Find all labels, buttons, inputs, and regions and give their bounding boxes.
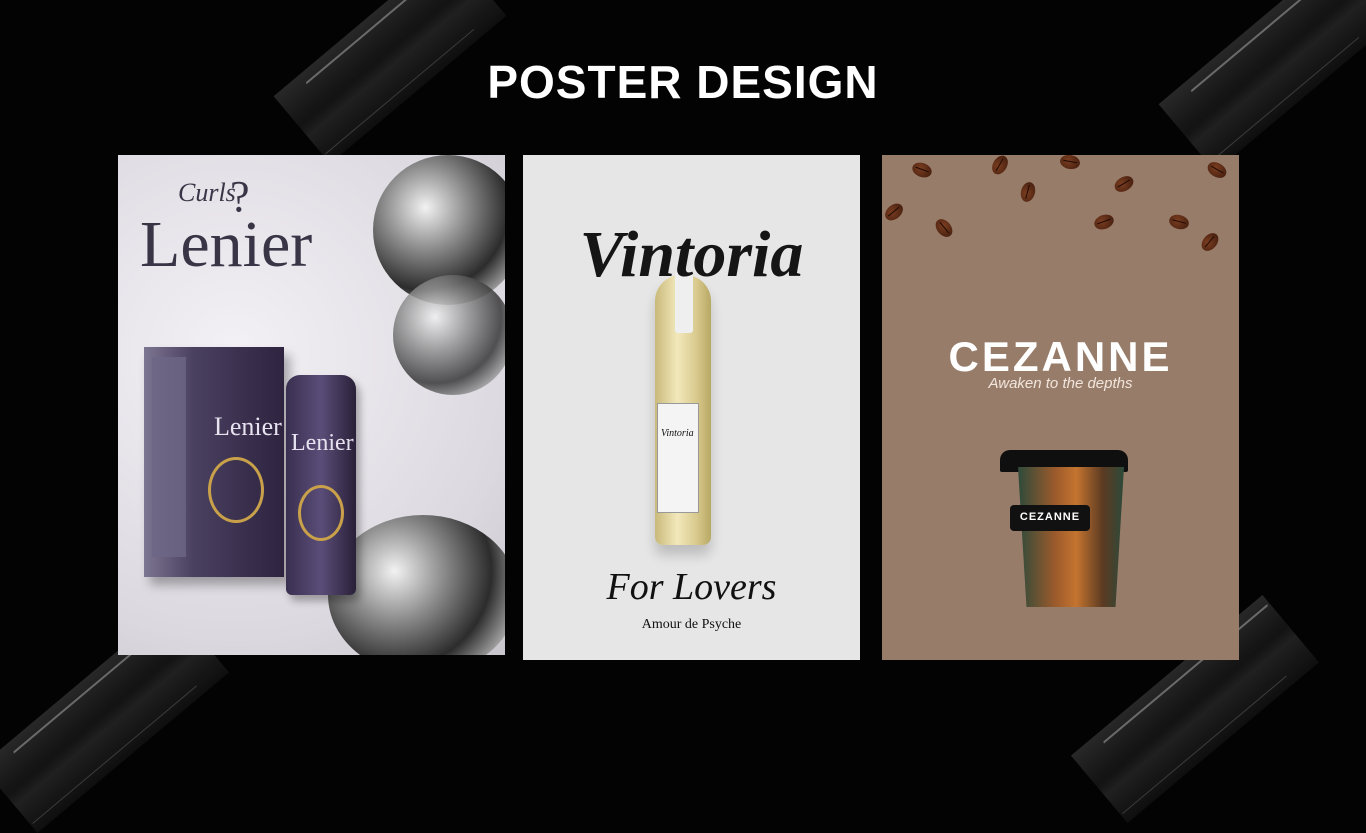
coffee-cup [1018, 467, 1124, 607]
product-box-side [152, 357, 186, 557]
poster-lenier: ? Curls Lenier Lenier Lenier [118, 155, 505, 655]
coffee-bean-icon [1204, 158, 1230, 182]
coffee-bean-icon [910, 160, 934, 180]
coffee-bean-icon [1198, 229, 1222, 255]
coffee-bean-icon [1058, 155, 1082, 171]
brand-title: CEZANNE [948, 333, 1173, 380]
coffee-bean-icon [1167, 212, 1191, 232]
coffee-bean-icon [1092, 212, 1116, 232]
brand-title: Vintoria [579, 218, 804, 291]
subtitle: Amour de Psyche [641, 617, 742, 632]
bottle-label: Vintoria [657, 403, 699, 513]
product-box-brand: Lenier [214, 412, 282, 441]
coffee-bean-icon [1018, 180, 1038, 204]
page-title: POSTER DESIGN [487, 56, 879, 108]
coffee-bean-icon [882, 200, 907, 224]
gold-frame [298, 485, 344, 541]
tagline: Awaken to the depths [988, 375, 1133, 392]
gold-frame [208, 457, 264, 523]
brand-title: Lenier [140, 208, 313, 281]
product-tube: Lenier [286, 375, 356, 595]
tagline: For Lovers [606, 566, 777, 608]
coffee-bean-icon [932, 215, 956, 241]
cup-label: CEZANNE [1010, 505, 1090, 531]
coffee-bean-icon [1111, 172, 1137, 196]
poster-cezanne: CEZANNE Awaken to the depths CEZANNE [882, 155, 1239, 660]
product-box: Lenier [144, 347, 284, 577]
coffee-bean-icon [988, 155, 1012, 178]
poster-vintoria: Vintoria Vintoria For Lovers Amour de Ps… [523, 155, 860, 660]
silver-ornament [393, 275, 505, 395]
cup-label-brand: CEZANNE [1019, 511, 1081, 523]
bottle-label-brand: Vintoria [661, 428, 694, 439]
brand-small-text: Curls [178, 178, 236, 207]
product-tube-brand: Lenier [291, 430, 354, 456]
